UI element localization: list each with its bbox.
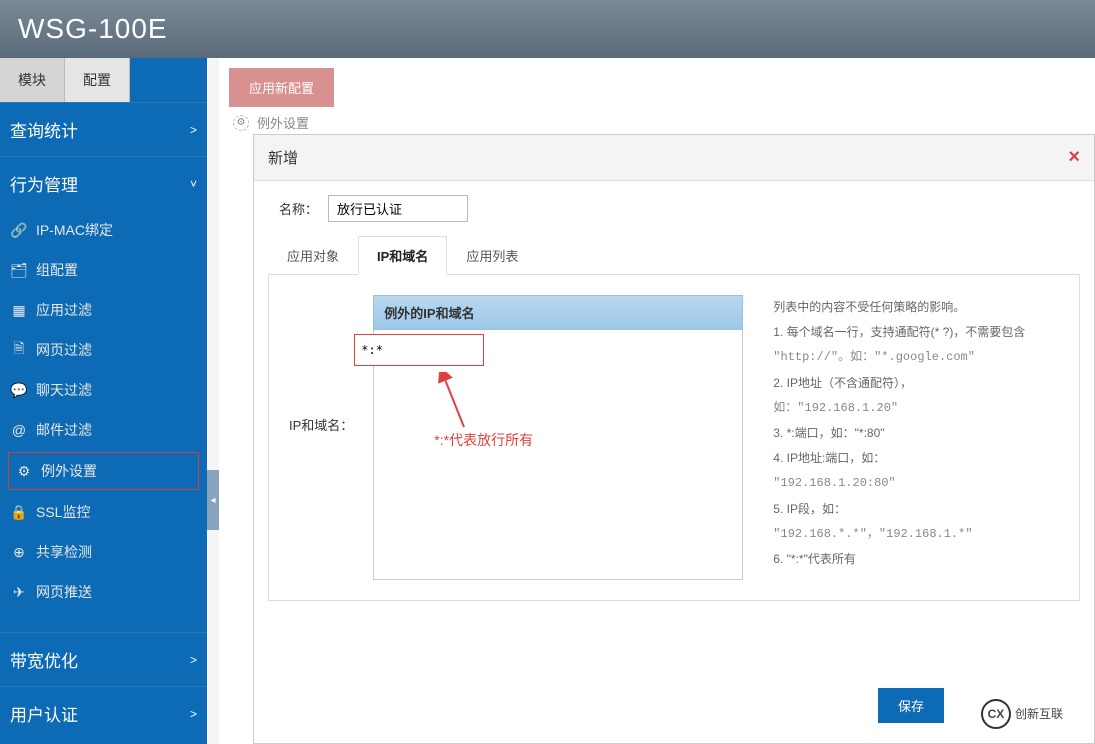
tab-content: IP和域名： 例外的IP和域名 *:*代表放行所有 列表中的内容不受任何策略的影…	[268, 275, 1080, 601]
name-row: 名称：	[268, 195, 1080, 222]
tab-app-target[interactable]: 应用对象	[268, 236, 358, 275]
chevron-right-icon: >	[190, 653, 197, 667]
ip-domain-header: 例外的IP和域名	[373, 295, 743, 330]
section-label: 行为管理	[10, 171, 78, 196]
section-query-stats[interactable]: 查询统计 >	[0, 102, 207, 156]
sidebar-collapse-handle[interactable]: ◂	[207, 470, 219, 530]
watermark-text: 创新互联	[1015, 705, 1063, 722]
modal-body: 名称： 应用对象 IP和域名 应用列表 IP和域名： 例外的IP和域名	[254, 181, 1094, 615]
help-line: "192.168.1.20:80"	[773, 471, 1059, 496]
section-behavior-mgmt[interactable]: 行为管理 ˅	[0, 156, 207, 210]
sidebar-item-group-config[interactable]: 🗂 组配置	[0, 250, 207, 290]
apply-config-button[interactable]: 应用新配置	[229, 68, 334, 107]
app-header: WSG-100E	[0, 0, 1095, 58]
name-label: 名称：	[268, 199, 318, 218]
watermark-logo-icon: CX	[981, 699, 1011, 729]
gear-icon: ⚙	[15, 462, 33, 480]
help-text: 列表中的内容不受任何策略的影响。 1. 每个域名一行，支持通配符(* ?)，不需…	[773, 295, 1069, 580]
close-icon[interactable]: ×	[1068, 146, 1080, 169]
help-line: 1. 每个域名一行，支持通配符(* ?)，不需要包含	[773, 320, 1059, 345]
sidebar-item-label: 应用过滤	[36, 300, 92, 320]
save-button[interactable]: 保存	[878, 688, 944, 723]
sidebar-tab-module[interactable]: 模块	[0, 58, 65, 102]
section-label: 带宽优化	[10, 647, 78, 672]
sidebar-item-label: 组配置	[36, 260, 78, 280]
section-label: 查询统计	[10, 117, 78, 142]
modal-header: 新增 ×	[254, 135, 1094, 181]
help-line: 列表中的内容不受任何策略的影响。	[773, 295, 1059, 320]
help-line: 2. IP地址（不含通配符），	[773, 371, 1059, 396]
sidebar-item-label: 网页过滤	[36, 340, 92, 360]
grid-icon: ▦	[10, 301, 28, 319]
section-user-auth[interactable]: 用户认证 >	[0, 686, 207, 740]
tab-ip-domain[interactable]: IP和域名	[358, 236, 447, 275]
chevron-right-icon: >	[190, 707, 197, 721]
chat-icon: 💬	[10, 381, 28, 399]
sidebar-item-ip-mac[interactable]: 🔗 IP-MAC绑定	[0, 210, 207, 250]
share-icon: ⊕	[10, 543, 28, 561]
sidebar-item-chat-filter[interactable]: 💬 聊天过滤	[0, 370, 207, 410]
sidebar-tab-row: 模块 配置	[0, 58, 207, 102]
sidebar-item-ssl-monitor[interactable]: 🔒 SSL监控	[0, 492, 207, 532]
sidebar-item-label: IP-MAC绑定	[36, 220, 113, 240]
send-icon: ✈	[10, 583, 28, 601]
ip-domain-input[interactable]	[354, 334, 484, 366]
chevron-right-icon: >	[190, 123, 197, 137]
sidebar: 模块 配置 查询统计 > 行为管理 ˅ 🔗 IP-MAC绑定 🗂 组配置 ▦ 应用过滤…	[0, 58, 207, 744]
sidebar-item-label: 共享检测	[36, 542, 92, 562]
app-title: WSG-100E	[18, 13, 168, 45]
gear-icon: ⚙	[233, 115, 249, 131]
sidebar-tab-config[interactable]: 配置	[65, 58, 130, 102]
mail-icon: @	[10, 421, 28, 439]
sidebar-item-label: 网页推送	[36, 582, 92, 602]
sidebar-item-app-filter[interactable]: ▦ 应用过滤	[0, 290, 207, 330]
sidebar-item-share-detect[interactable]: ⊕ 共享检测	[0, 532, 207, 572]
sidebar-item-label: SSL监控	[36, 502, 90, 522]
sidebar-item-web-push[interactable]: ✈ 网页推送	[0, 572, 207, 612]
sidebar-item-web-filter[interactable]: 🗎 网页过滤	[0, 330, 207, 370]
tab-app-list[interactable]: 应用列表	[447, 236, 537, 275]
card-icon: 🗂	[10, 261, 28, 279]
add-modal: 新增 × 名称： 应用对象 IP和域名 应用列表 IP和域名： 例外的IP和域名	[253, 134, 1095, 744]
sidebar-item-label: 邮件过滤	[36, 420, 92, 440]
help-line: 3. *:端口，如："*:80"	[773, 421, 1059, 446]
modal-tabs: 应用对象 IP和域名 应用列表	[268, 236, 1080, 275]
sidebar-item-exception[interactable]: ⚙ 例外设置	[8, 452, 199, 490]
ip-domain-column: IP和域名： 例外的IP和域名 *:*代表放行所有	[279, 295, 743, 580]
watermark: CX 创新互联	[957, 691, 1087, 736]
help-line: 5. IP段，如：	[773, 497, 1059, 522]
help-line: 如："192.168.1.20"	[773, 396, 1059, 421]
breadcrumb-text: 例外设置	[257, 113, 309, 132]
doc-icon: 🗎	[10, 341, 28, 359]
help-line: 6. "*:*"代表所有	[773, 547, 1059, 572]
link-icon: 🔗	[10, 221, 28, 239]
ip-domain-box: 例外的IP和域名 *:*代表放行所有	[373, 295, 743, 580]
name-input[interactable]	[328, 195, 468, 222]
help-line: "192.168.*.*"，"192.168.1.*"	[773, 522, 1059, 547]
section-label: 用户认证	[10, 701, 78, 726]
section-bandwidth[interactable]: 带宽优化 >	[0, 632, 207, 686]
lock-icon: 🔒	[10, 503, 28, 521]
breadcrumb: ⚙ 例外设置	[233, 113, 1081, 132]
sidebar-item-mail-filter[interactable]: @ 邮件过滤	[0, 410, 207, 450]
ip-domain-textarea-wrap: *:*代表放行所有	[373, 330, 743, 580]
sidebar-item-label: 聊天过滤	[36, 380, 92, 400]
chevron-down-icon: ˅	[190, 177, 197, 191]
help-line: 4. IP地址:端口，如：	[773, 446, 1059, 471]
modal-title: 新增	[268, 147, 298, 168]
sidebar-item-label: 例外设置	[41, 461, 97, 481]
ip-annotation: *:*代表放行所有	[434, 430, 533, 450]
ip-domain-label: IP和域名：	[289, 415, 353, 434]
help-line: "http://"。如："*.google.com"	[773, 345, 1059, 370]
arrow-icon	[434, 372, 474, 432]
